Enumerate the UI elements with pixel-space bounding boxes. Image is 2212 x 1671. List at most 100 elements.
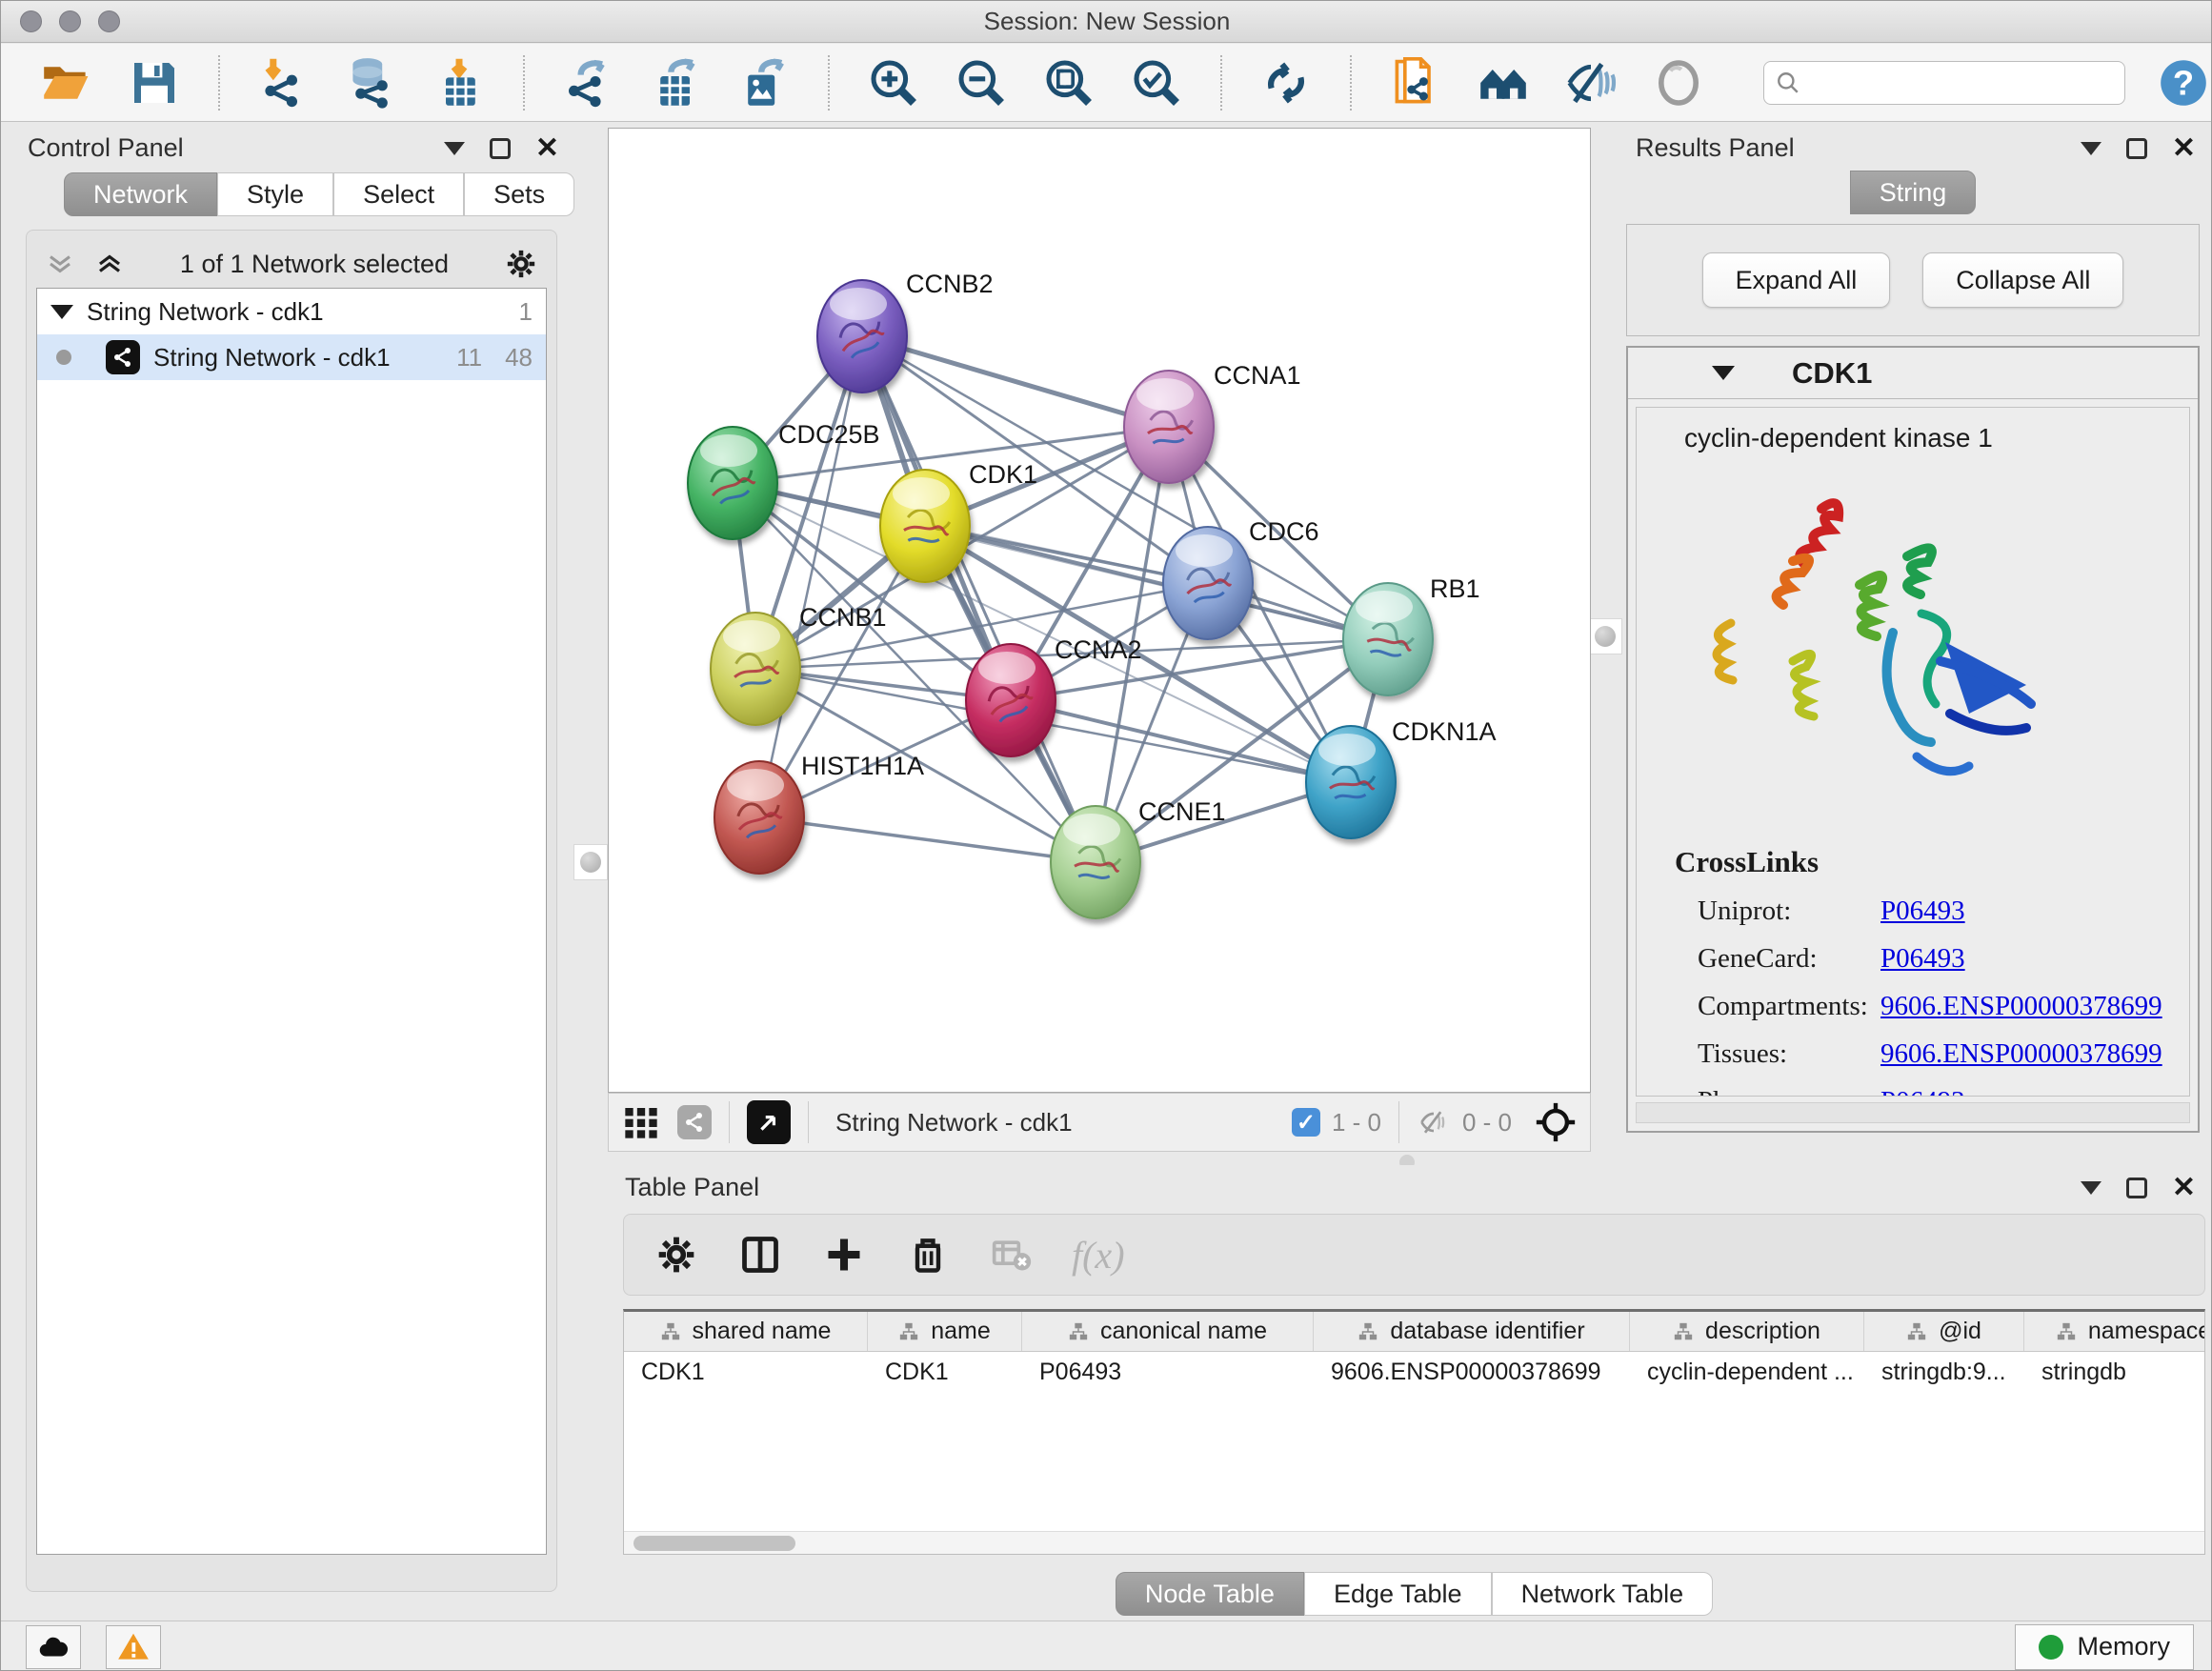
- memory-button[interactable]: Memory: [2015, 1624, 2194, 1670]
- crosslink-link[interactable]: P06493: [1880, 896, 1965, 927]
- birdseye-view-button[interactable]: [747, 1100, 791, 1144]
- tab-string[interactable]: String: [1850, 171, 1977, 214]
- float-panel-icon[interactable]: [2081, 1181, 2101, 1195]
- column-header-name[interactable]: name: [868, 1312, 1022, 1351]
- edge-CCNB2-HIST1H1A[interactable]: [759, 336, 862, 817]
- tab-style[interactable]: Style: [217, 172, 333, 216]
- tab-network-table[interactable]: Network Table: [1492, 1572, 1714, 1616]
- table-cell[interactable]: stringdb:9...: [1864, 1352, 2024, 1392]
- network-edges[interactable]: [733, 336, 1388, 862]
- fit-selected-crosshair-icon[interactable]: [1535, 1101, 1577, 1143]
- collapse-gene-icon[interactable]: [1712, 366, 1735, 380]
- search-field[interactable]: [1763, 61, 2125, 105]
- string-home-button[interactable]: [1474, 53, 1533, 112]
- zoom-selected-button[interactable]: [1127, 53, 1186, 112]
- node-HIST1H1A[interactable]: HIST1H1A: [714, 752, 924, 874]
- table-row[interactable]: CDK1CDK1P064939606.ENSP00000378699cyclin…: [624, 1352, 2204, 1392]
- crosslink-link[interactable]: P06493: [1880, 1086, 1965, 1097]
- maximize-panel-icon[interactable]: [2126, 1178, 2147, 1198]
- export-image-button[interactable]: [734, 53, 794, 112]
- column-header-description[interactable]: description: [1630, 1312, 1864, 1351]
- scrollbar-thumb[interactable]: [633, 1536, 795, 1551]
- zoom-in-button[interactable]: [864, 53, 923, 112]
- results-horizontal-scrollbar[interactable]: [1636, 1102, 2190, 1123]
- crosslink-link[interactable]: 9606.ENSP00000378699: [1880, 1038, 2162, 1070]
- export-network-button[interactable]: [559, 53, 618, 112]
- table-settings-button[interactable]: [653, 1231, 700, 1278]
- tab-select[interactable]: Select: [333, 172, 464, 216]
- left-splitter-handle[interactable]: [573, 844, 608, 880]
- refresh-button[interactable]: [1257, 53, 1316, 112]
- expand-all-icon[interactable]: [95, 250, 124, 278]
- add-column-button[interactable]: [820, 1231, 868, 1278]
- node-RB1[interactable]: RB1: [1343, 574, 1480, 695]
- network-view-canvas[interactable]: CCNB2CCNA1CDC25BCDK1CDC6RB1CCNB1CCNA2CDK…: [608, 128, 1591, 1093]
- show-columns-button[interactable]: [736, 1231, 784, 1278]
- collapse-all-icon[interactable]: [46, 250, 74, 278]
- node-CDC6[interactable]: CDC6: [1163, 517, 1319, 639]
- close-panel-icon[interactable]: ✕: [535, 134, 559, 163]
- column-header-canonical-name[interactable]: canonical name: [1022, 1312, 1314, 1351]
- gear-icon[interactable]: [505, 248, 537, 280]
- hide-selection-button[interactable]: [1561, 53, 1620, 112]
- show-lens-button[interactable]: [1649, 53, 1708, 112]
- column-header-database-identifier[interactable]: database identifier: [1314, 1312, 1630, 1351]
- edge-CCNB2-CCNA1[interactable]: [862, 336, 1169, 427]
- node-CCNE1[interactable]: CCNE1: [1051, 797, 1226, 918]
- tab-network[interactable]: Network: [64, 172, 217, 216]
- delete-column-button[interactable]: [904, 1231, 952, 1278]
- import-table-button[interactable]: [430, 53, 489, 112]
- search-input[interactable]: [1808, 69, 2113, 97]
- crosslink-link[interactable]: 9606.ENSP00000378699: [1880, 991, 2162, 1022]
- help-button[interactable]: ?: [2154, 53, 2212, 112]
- warnings-button[interactable]: [106, 1625, 161, 1669]
- selected-checkbox-icon[interactable]: ✓: [1292, 1108, 1320, 1137]
- network-row-selected[interactable]: String Network - cdk1 11 48: [37, 334, 546, 380]
- table-cell[interactable]: cyclin-dependent ...: [1630, 1352, 1864, 1392]
- node-CCNA1[interactable]: CCNA1: [1124, 361, 1301, 483]
- maximize-panel-icon[interactable]: [490, 138, 511, 159]
- column-header-shared-name[interactable]: shared name: [624, 1312, 868, 1351]
- zoom-out-button[interactable]: [952, 53, 1011, 112]
- node-CDK1[interactable]: CDK1: [880, 460, 1037, 582]
- edge-CCNB2-CCNE1[interactable]: [862, 336, 1096, 862]
- node-CDKN1A[interactable]: CDKN1A: [1306, 717, 1497, 838]
- edge-CCNE1-HIST1H1A[interactable]: [759, 817, 1096, 862]
- table-cell[interactable]: CDK1: [624, 1352, 868, 1392]
- import-network-file-button[interactable]: [254, 53, 313, 112]
- network-badge-icon[interactable]: [677, 1105, 712, 1139]
- expand-all-button[interactable]: Expand All: [1702, 252, 1891, 308]
- table-cell[interactable]: P06493: [1022, 1352, 1314, 1392]
- tree-expand-icon[interactable]: [50, 305, 73, 319]
- export-table-button[interactable]: [647, 53, 706, 112]
- column-header--id[interactable]: @id: [1864, 1312, 2024, 1351]
- cloud-status-button[interactable]: [26, 1625, 81, 1669]
- table-cell[interactable]: stringdb: [2024, 1352, 2205, 1392]
- float-panel-icon[interactable]: [2081, 142, 2101, 155]
- tab-sets[interactable]: Sets: [464, 172, 574, 216]
- table-cell[interactable]: CDK1: [868, 1352, 1022, 1392]
- maximize-panel-icon[interactable]: [2126, 138, 2147, 159]
- network-collection-row[interactable]: String Network - cdk1 1: [37, 289, 546, 334]
- tab-node-table[interactable]: Node Table: [1116, 1572, 1304, 1616]
- tab-edge-table[interactable]: Edge Table: [1304, 1572, 1492, 1616]
- gene-header-row[interactable]: CDK1: [1628, 348, 2198, 399]
- zoom-fit-button[interactable]: [1039, 53, 1098, 112]
- crosslink-link[interactable]: P06493: [1880, 943, 1965, 975]
- save-session-button[interactable]: [125, 53, 184, 112]
- string-document-button[interactable]: [1386, 53, 1445, 112]
- table-cell[interactable]: 9606.ENSP00000378699: [1314, 1352, 1630, 1392]
- collapse-all-button[interactable]: Collapse All: [1922, 252, 2123, 308]
- node-table[interactable]: shared namenamecanonical namedatabase id…: [623, 1309, 2205, 1555]
- node-CCNB2[interactable]: CCNB2: [817, 270, 994, 393]
- close-panel-icon[interactable]: ✕: [2172, 134, 2196, 163]
- right-splitter-handle[interactable]: [1588, 618, 1622, 654]
- string-network-graph[interactable]: CCNB2CCNA1CDC25BCDK1CDC6RB1CCNB1CCNA2CDK…: [609, 129, 1590, 1092]
- column-header-namespace[interactable]: namespace: [2024, 1312, 2205, 1351]
- open-session-button[interactable]: [37, 53, 96, 112]
- grid-view-icon[interactable]: [622, 1103, 660, 1141]
- close-panel-icon[interactable]: ✕: [2172, 1174, 2196, 1202]
- table-horizontal-scrollbar[interactable]: [624, 1531, 2204, 1554]
- float-panel-icon[interactable]: [444, 142, 465, 155]
- import-network-database-button[interactable]: [342, 53, 401, 112]
